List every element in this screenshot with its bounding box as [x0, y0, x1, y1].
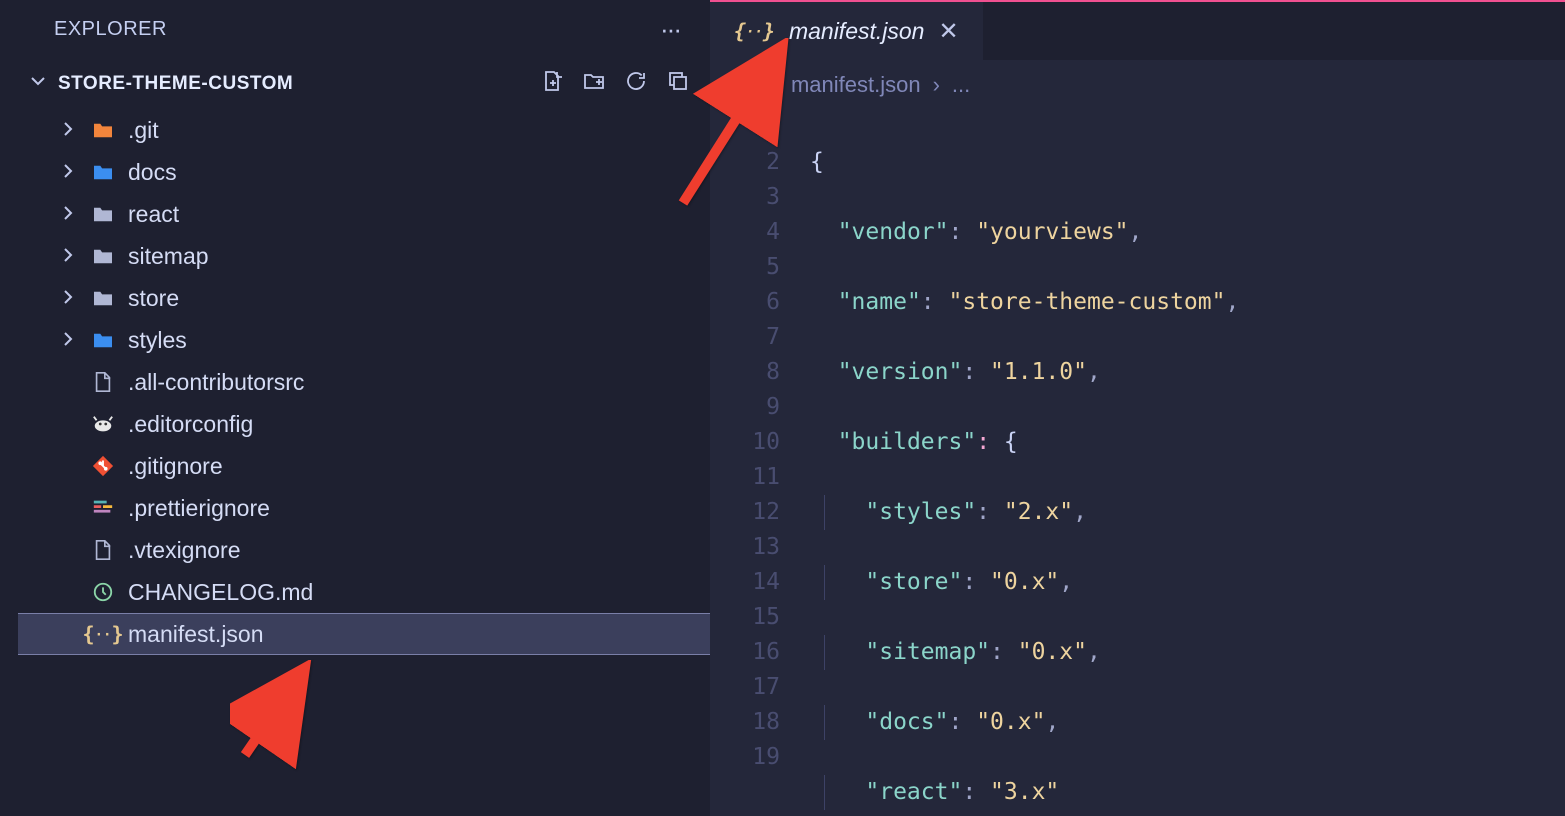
editor-area: ·· manifest.json ✕ ·· manifest.json › ..…	[710, 0, 1565, 816]
tree-item-label: .all-contributorsrc	[128, 369, 304, 396]
folder-icon	[90, 121, 116, 139]
tree-item-sitemap[interactable]: sitemap	[18, 235, 710, 277]
project-header[interactable]: STORE-THEME-CUSTOM	[18, 59, 710, 109]
new-file-icon[interactable]	[540, 69, 564, 99]
file-tree: .git docs react sitemap store styles .all-cont…	[18, 109, 710, 816]
tree-item-label: .gitignore	[128, 453, 223, 480]
tree-item-label: react	[128, 201, 179, 228]
tree-item--gitignore[interactable]: .gitignore	[18, 445, 710, 487]
tree-item-label: docs	[128, 159, 177, 186]
code-editor[interactable]: 12345678910111213141516171819 { "vendor"…	[710, 110, 1565, 816]
chevron-right-icon	[60, 327, 78, 353]
tree-item-CHANGELOG-md[interactable]: CHANGELOG.md	[18, 571, 710, 613]
code-content[interactable]: { "vendor": "yourviews", "name": "store-…	[810, 110, 1565, 816]
explorer-header: EXPLORER ···	[18, 0, 710, 59]
tree-item-label: .prettierignore	[128, 495, 270, 522]
editorconfig-icon	[90, 414, 116, 434]
chevron-right-icon	[60, 159, 78, 185]
tree-item-docs[interactable]: docs	[18, 151, 710, 193]
tree-item--prettierignore[interactable]: .prettierignore	[18, 487, 710, 529]
breadcrumb-more: ...	[952, 72, 970, 98]
folder-icon	[90, 247, 116, 265]
project-name: STORE-THEME-CUSTOM	[58, 73, 293, 95]
tree-item-label: styles	[128, 327, 187, 354]
folder-icon	[90, 331, 116, 349]
folder-icon	[90, 205, 116, 223]
tree-item-react[interactable]: react	[18, 193, 710, 235]
tree-item--vtexignore[interactable]: .vtexignore	[18, 529, 710, 571]
annotation-arrow	[668, 38, 798, 223]
tree-item--editorconfig[interactable]: .editorconfig	[18, 403, 710, 445]
tree-item-manifest-json[interactable]: ·· manifest.json	[18, 613, 710, 655]
folder-icon	[90, 289, 116, 307]
tree-item-label: .editorconfig	[128, 411, 253, 438]
tab-bar: ·· manifest.json ✕	[710, 2, 1565, 60]
close-icon[interactable]: ✕	[938, 17, 958, 46]
annotation-arrow	[230, 660, 330, 775]
chevron-right-icon	[60, 201, 78, 227]
explorer-title: EXPLORER	[54, 18, 167, 41]
new-folder-icon[interactable]	[582, 69, 606, 99]
breadcrumb[interactable]: ·· manifest.json › ...	[710, 60, 1565, 110]
explorer-sidebar: EXPLORER ··· STORE-THEME-CUSTOM .git docs…	[0, 0, 710, 816]
file-icon	[90, 371, 116, 393]
tree-item-label: store	[128, 285, 179, 312]
tree-item-label: manifest.json	[128, 621, 264, 648]
tree-item-store[interactable]: store	[18, 277, 710, 319]
tree-item--all-contributorsrc[interactable]: .all-contributorsrc	[18, 361, 710, 403]
tree-item--git[interactable]: .git	[18, 109, 710, 151]
tree-item-label: CHANGELOG.md	[128, 579, 313, 606]
file-icon	[90, 539, 116, 561]
chevron-right-icon	[60, 243, 78, 269]
json-icon: ··	[90, 622, 116, 646]
chevron-down-icon	[30, 73, 46, 95]
tree-item-styles[interactable]: styles	[18, 319, 710, 361]
tab-label: manifest.json	[789, 18, 925, 45]
chevron-right-icon	[60, 117, 78, 143]
changelog-icon	[90, 581, 116, 603]
tree-item-label: .vtexignore	[128, 537, 241, 564]
chevron-right-icon	[60, 285, 78, 311]
breadcrumb-file: manifest.json	[791, 72, 921, 98]
git-icon	[90, 455, 116, 477]
folder-icon	[90, 163, 116, 181]
chevron-right-icon: ›	[933, 72, 940, 98]
tree-item-label: .git	[128, 117, 159, 144]
tree-item-label: sitemap	[128, 243, 209, 270]
prettier-icon	[90, 497, 116, 519]
refresh-icon[interactable]	[624, 69, 648, 99]
